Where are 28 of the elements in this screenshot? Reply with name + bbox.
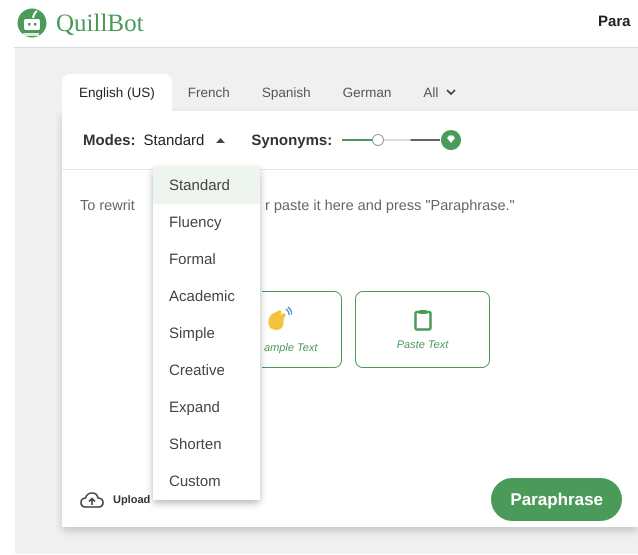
placeholder-text: r paste it here and press "Paraphrase." <box>265 198 515 214</box>
chevron-down-icon <box>446 89 456 96</box>
language-tab[interactable]: All <box>407 74 472 111</box>
mode-option[interactable]: Standard <box>153 167 260 204</box>
modes-label: Modes: <box>83 132 136 148</box>
caret-up-icon <box>216 138 226 142</box>
mode-option[interactable]: Simple <box>153 315 260 352</box>
mode-dropdown[interactable]: Standard <box>136 132 234 148</box>
clipboard-icon <box>414 308 432 330</box>
mode-option[interactable]: Expand <box>153 389 260 426</box>
mode-option[interactable]: Fluency <box>153 204 260 241</box>
cloud-upload-icon <box>80 492 104 508</box>
placeholder-text: To rewrit <box>80 198 136 214</box>
language-tab[interactable]: German <box>326 74 408 111</box>
synonyms-label: Synonyms: <box>251 132 332 148</box>
language-tab[interactable]: Spanish <box>246 74 327 111</box>
mode-option[interactable]: Formal <box>153 241 260 278</box>
logo-icon <box>17 8 47 40</box>
mode-option[interactable]: Custom <box>153 463 260 500</box>
mode-option[interactable]: Creative <box>153 352 260 389</box>
nav-link[interactable]: Para <box>598 13 631 30</box>
mode-option[interactable]: Shorten <box>153 426 260 463</box>
language-tab[interactable]: English (US) <box>62 74 172 111</box>
mode-option[interactable]: Academic <box>153 278 260 315</box>
premium-gem-icon <box>441 130 462 150</box>
slider-thumb[interactable] <box>372 134 384 146</box>
upload-button[interactable]: Upload <box>80 492 150 508</box>
language-tab[interactable]: French <box>172 74 246 111</box>
